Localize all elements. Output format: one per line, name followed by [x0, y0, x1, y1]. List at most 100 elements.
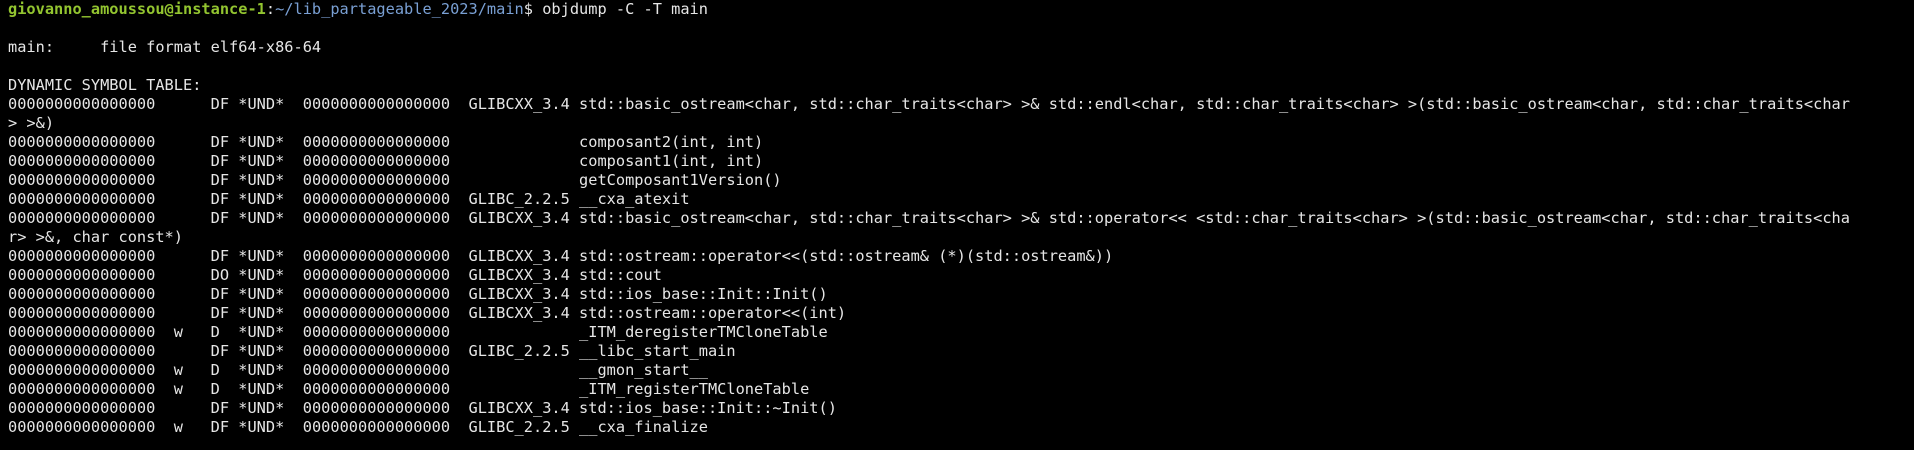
symbol-table: 0000000000000000 DF *UND* 00000000000000… — [8, 95, 1914, 437]
symbol-row: 0000000000000000 w D *UND* 0000000000000… — [8, 361, 1914, 380]
symbol-flags: DF — [155, 152, 230, 170]
symbol-size: 0000000000000000 — [284, 95, 451, 113]
symbol-version: GLIBCXX_3.4 — [450, 285, 570, 303]
symbol-address: 0000000000000000 — [8, 399, 156, 417]
symbol-size: 0000000000000000 — [284, 323, 451, 341]
symbol-version — [450, 171, 570, 189]
symbol-name: std::basic_ostream<char, std::char_trait… — [569, 95, 1850, 113]
symbol-address: 0000000000000000 — [8, 95, 156, 113]
symbol-address: 0000000000000000 — [8, 152, 156, 170]
symbol-row: 0000000000000000 DF *UND* 00000000000000… — [8, 342, 1914, 361]
symbol-section: *UND* — [229, 247, 285, 265]
symbol-size: 0000000000000000 — [284, 133, 451, 151]
symbol-address: 0000000000000000 — [8, 380, 156, 398]
symbol-name: __cxa_finalize — [569, 418, 708, 436]
symbol-section: *UND* — [229, 209, 285, 227]
symbol-address: 0000000000000000 — [8, 171, 156, 189]
prompt-dollar: $ — [523, 0, 543, 18]
symbol-version — [450, 380, 570, 398]
symbol-section: *UND* — [229, 399, 285, 417]
symbol-flags: w D — [155, 323, 230, 341]
symbol-size: 0000000000000000 — [284, 247, 451, 265]
symbol-flags: DF — [155, 133, 230, 151]
symbol-version: GLIBC_2.2.5 — [450, 418, 570, 436]
symbol-version — [450, 152, 570, 170]
terminal-window[interactable]: giovanno_amoussou@instance-1:~/lib_parta… — [0, 0, 1914, 450]
symbol-section: *UND* — [229, 304, 285, 322]
symbol-version: GLIBCXX_3.4 — [450, 304, 570, 322]
symbol-name: composant1(int, int) — [569, 152, 764, 170]
symbol-version — [450, 323, 570, 341]
symbol-name: _ITM_registerTMCloneTable — [569, 380, 810, 398]
symbol-size: 0000000000000000 — [284, 361, 451, 379]
symbol-flags: w D — [155, 380, 230, 398]
symbol-flags: DF — [155, 304, 230, 322]
symbol-section: *UND* — [229, 171, 285, 189]
symbol-row: 0000000000000000 DF *UND* 00000000000000… — [8, 133, 1914, 152]
symbol-row: 0000000000000000 DF *UND* 00000000000000… — [8, 171, 1914, 190]
command-text: objdump -C -T main — [542, 0, 708, 18]
prompt-line: giovanno_amoussou@instance-1:~/lib_parta… — [8, 0, 1914, 19]
symbol-address: 0000000000000000 — [8, 133, 156, 151]
symbol-section: *UND* — [229, 190, 285, 208]
symbol-size: 0000000000000000 — [284, 190, 451, 208]
symbol-address: 0000000000000000 — [8, 209, 156, 227]
symbol-flags: DF — [155, 95, 230, 113]
symbol-flags: w D — [155, 361, 230, 379]
symbol-section: *UND* — [229, 266, 285, 284]
symbol-address: 0000000000000000 — [8, 247, 156, 265]
symbol-version: GLIBCXX_3.4 — [450, 247, 570, 265]
symbol-size: 0000000000000000 — [284, 285, 451, 303]
symbol-name: __gmon_start__ — [569, 361, 708, 379]
symbol-flags: DF — [155, 190, 230, 208]
symbol-name: composant2(int, int) — [569, 133, 764, 151]
symbol-row: 0000000000000000 DF *UND* 00000000000000… — [8, 399, 1914, 418]
symbol-name: std::ios_base::Init::Init() — [569, 285, 828, 303]
symbol-flags: DF — [155, 285, 230, 303]
symbol-row: 0000000000000000 w D *UND* 0000000000000… — [8, 323, 1914, 342]
symbol-size: 0000000000000000 — [284, 152, 451, 170]
symbol-row: 0000000000000000 DF *UND* 00000000000000… — [8, 95, 1914, 114]
symbol-flags: DF — [155, 209, 230, 227]
symbol-row: 0000000000000000 DO *UND* 00000000000000… — [8, 266, 1914, 285]
symbol-version — [450, 133, 570, 151]
symbol-name: std::basic_ostream<char, std::char_trait… — [569, 209, 1850, 227]
symbol-section: *UND* — [229, 285, 285, 303]
symbol-size: 0000000000000000 — [284, 380, 451, 398]
symbol-flags: w DF — [155, 418, 230, 436]
symbol-size: 0000000000000000 — [284, 342, 451, 360]
symbol-address: r> >&, char const*) — [8, 228, 183, 246]
symbol-flags: DF — [155, 342, 230, 360]
symbol-name: __libc_start_main — [569, 342, 736, 360]
symbol-name: __cxa_atexit — [569, 190, 690, 208]
symbol-version: GLIBC_2.2.5 — [450, 342, 570, 360]
symbol-name: _ITM_deregisterTMCloneTable — [569, 323, 828, 341]
symbol-name: std::ostream::operator<<(std::ostream& (… — [569, 247, 1114, 265]
symbol-address: 0000000000000000 — [8, 323, 156, 341]
symbol-address: 0000000000000000 — [8, 190, 156, 208]
symbol-version: GLIBCXX_3.4 — [450, 209, 570, 227]
symbol-address: 0000000000000000 — [8, 342, 156, 360]
symbol-row: 0000000000000000 DF *UND* 00000000000000… — [8, 304, 1914, 323]
symbol-size: 0000000000000000 — [284, 399, 451, 417]
symbol-size: 0000000000000000 — [284, 209, 451, 227]
symbol-flags: DO — [155, 266, 230, 284]
symbol-address: 0000000000000000 — [8, 418, 156, 436]
symbol-size: 0000000000000000 — [284, 266, 451, 284]
symbol-name: std::cout — [569, 266, 662, 284]
symbol-row: 0000000000000000 DF *UND* 00000000000000… — [8, 152, 1914, 171]
symbol-section: *UND* — [229, 133, 285, 151]
symbol-row: 0000000000000000 w D *UND* 0000000000000… — [8, 380, 1914, 399]
symbol-version: GLIBCXX_3.4 — [450, 266, 570, 284]
symbol-address: > >&) — [8, 114, 55, 132]
symbol-version: GLIBCXX_3.4 — [450, 399, 570, 417]
symbol-row: 0000000000000000 DF *UND* 00000000000000… — [8, 247, 1914, 266]
symbol-section: *UND* — [229, 380, 285, 398]
symbol-section: *UND* — [229, 95, 285, 113]
symbol-version — [450, 361, 570, 379]
symbol-name: std::ios_base::Init::~Init() — [569, 399, 837, 417]
file-format-line: main: file format elf64-x86-64 — [8, 38, 322, 56]
symbol-row: 0000000000000000 DF *UND* 00000000000000… — [8, 285, 1914, 304]
